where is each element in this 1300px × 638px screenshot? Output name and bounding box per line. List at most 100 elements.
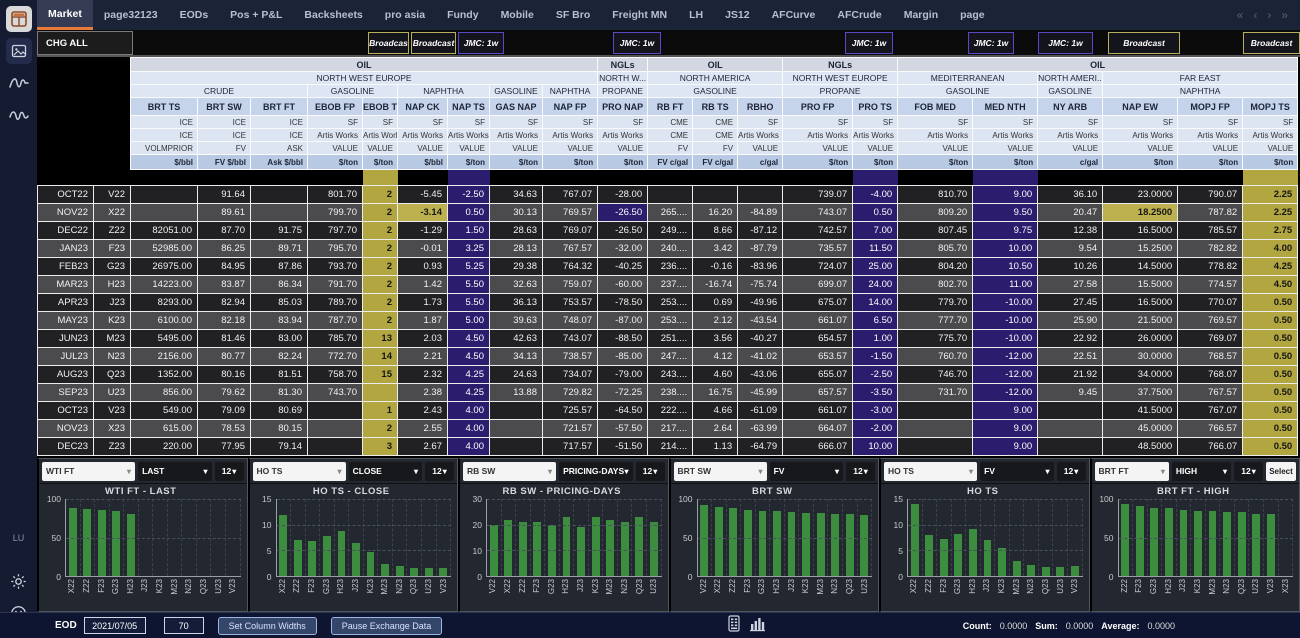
table-cell[interactable]: -3.14	[398, 204, 448, 222]
instrument-select[interactable]: HO TS▾	[253, 462, 346, 481]
table-cell[interactable]: 84.95	[198, 258, 251, 276]
table-cell[interactable]	[738, 186, 783, 204]
broadcast-button[interactable]: Broadcast	[1108, 32, 1180, 54]
table-cell[interactable]: 769.07	[543, 222, 598, 240]
table-cell[interactable]: 731.70	[898, 384, 973, 402]
table-cell[interactable]: 80.15	[251, 420, 308, 438]
table-cell[interactable]: -2.00	[853, 420, 898, 438]
nav-tab-freight-mn[interactable]: Freight MN	[601, 0, 678, 30]
table-cell[interactable]	[898, 438, 973, 456]
table-cell[interactable]: 782.82	[1178, 240, 1243, 258]
table-cell[interactable]: 78.53	[198, 420, 251, 438]
table-cell[interactable]: 2.43	[398, 402, 448, 420]
table-cell[interactable]: 742.57	[783, 222, 853, 240]
table-cell[interactable]: 802.70	[898, 276, 973, 294]
table-cell[interactable]: 748.07	[543, 312, 598, 330]
table-cell[interactable]: -43.06	[738, 366, 783, 384]
table-cell[interactable]: -72.25	[598, 384, 648, 402]
table-cell[interactable]: 16.75	[693, 384, 738, 402]
table-cell[interactable]: 236....	[648, 258, 693, 276]
table-cell[interactable]: 810.70	[898, 186, 973, 204]
table-cell[interactable]: -40.27	[738, 330, 783, 348]
table-cell[interactable]: 79.62	[198, 384, 251, 402]
table-cell[interactable]: -10.00	[973, 294, 1038, 312]
instrument-select[interactable]: WTI FT▾	[42, 462, 135, 481]
table-cell[interactable]: -79.00	[598, 366, 648, 384]
table-cell[interactable]: 9.00	[973, 402, 1038, 420]
table-cell[interactable]: 0.50	[1243, 312, 1298, 330]
nav-tab-page32123[interactable]: page32123	[93, 0, 169, 30]
table-cell[interactable]: 724.07	[783, 258, 853, 276]
table-cell[interactable]	[898, 402, 973, 420]
table-cell[interactable]: 0.50	[448, 204, 490, 222]
table-cell[interactable]: 699.07	[783, 276, 853, 294]
table-cell[interactable]: 3	[363, 438, 398, 456]
table-cell[interactable]: 77.95	[198, 438, 251, 456]
pager-arrow-icon[interactable]: ›	[1267, 8, 1271, 22]
table-cell[interactable]: -5.45	[398, 186, 448, 204]
chg-all-button[interactable]: CHG ALL	[37, 31, 133, 55]
contract-column-header[interactable]: RB FT	[648, 98, 693, 116]
table-cell[interactable]	[490, 420, 543, 438]
table-cell[interactable]: 4.25	[448, 384, 490, 402]
contract-column-header[interactable]: MED NTH	[973, 98, 1038, 116]
field-select[interactable]: FV▾	[770, 462, 843, 481]
contract-column-header[interactable]: NY ARB	[1038, 98, 1103, 116]
select-button[interactable]: Select	[1266, 462, 1296, 481]
table-cell[interactable]: 24.00	[853, 276, 898, 294]
table-cell[interactable]: 2.38	[398, 384, 448, 402]
table-cell[interactable]: 2	[363, 420, 398, 438]
table-cell[interactable]: -16.74	[693, 276, 738, 294]
table-cell[interactable]	[490, 402, 543, 420]
table-cell[interactable]: 768.57	[1178, 348, 1243, 366]
signature-icon[interactable]	[6, 70, 32, 96]
contract-column-header[interactable]: FOB MED	[898, 98, 973, 116]
table-cell[interactable]: 1.50	[448, 222, 490, 240]
table-cell[interactable]: 9.75	[973, 222, 1038, 240]
table-cell[interactable]: 13.88	[490, 384, 543, 402]
table-cell[interactable]: 25.00	[853, 258, 898, 276]
table-cell[interactable]: 6100.00	[131, 312, 198, 330]
table-cell[interactable]: 26.0000	[1103, 330, 1178, 348]
table-cell[interactable]: 1.42	[398, 276, 448, 294]
table-cell[interactable]: 39.63	[490, 312, 543, 330]
instrument-select[interactable]: HO TS▾	[884, 462, 977, 481]
table-cell[interactable]: -57.50	[598, 420, 648, 438]
table-cell[interactable]: 789.70	[308, 294, 363, 312]
table-cell[interactable]: 661.07	[783, 402, 853, 420]
table-cell[interactable]: 18.2500	[1103, 204, 1178, 222]
table-cell[interactable]: 787.70	[308, 312, 363, 330]
table-cell[interactable]: 2.75	[1243, 222, 1298, 240]
table-cell[interactable]: 29.38	[490, 258, 543, 276]
table-cell[interactable]: 804.20	[898, 258, 973, 276]
table-cell[interactable]: 2.25	[1243, 204, 1298, 222]
table-cell[interactable]: 1.87	[398, 312, 448, 330]
table-cell[interactable]	[1038, 420, 1103, 438]
table-cell[interactable]: -26.50	[598, 222, 648, 240]
table-cell[interactable]: 251....	[648, 330, 693, 348]
table-cell[interactable]: 2	[363, 186, 398, 204]
table-cell[interactable]: 5495.00	[131, 330, 198, 348]
table-cell[interactable]: 42.63	[490, 330, 543, 348]
table-cell[interactable]: 82.94	[198, 294, 251, 312]
table-cell[interactable]: -45.99	[738, 384, 783, 402]
table-cell[interactable]: 9.00	[973, 186, 1038, 204]
table-cell[interactable]: -4.00	[853, 186, 898, 204]
table-cell[interactable]: 4.00	[448, 402, 490, 420]
table-cell[interactable]: 770.07	[1178, 294, 1243, 312]
table-cell[interactable]: -49.96	[738, 294, 783, 312]
table-cell[interactable]: -51.50	[598, 438, 648, 456]
table-cell[interactable]: 799.70	[308, 204, 363, 222]
signature-alt-icon[interactable]	[6, 102, 32, 128]
table-cell[interactable]: 15.5000	[1103, 276, 1178, 294]
table-cell[interactable]: -3.00	[853, 402, 898, 420]
nav-tab-pos-p-l[interactable]: Pos + P&L	[219, 0, 293, 30]
table-cell[interactable]: 721.57	[543, 420, 598, 438]
table-cell[interactable]: 3.56	[693, 330, 738, 348]
field-select[interactable]: PRICING-DAYS▾	[559, 462, 632, 481]
table-cell[interactable]: 1.13	[693, 438, 738, 456]
table-cell[interactable]: 0.69	[693, 294, 738, 312]
table-cell[interactable]: 769.57	[1178, 312, 1243, 330]
table-cell[interactable]: -63.99	[738, 420, 783, 438]
table-cell[interactable]: -28.00	[598, 186, 648, 204]
